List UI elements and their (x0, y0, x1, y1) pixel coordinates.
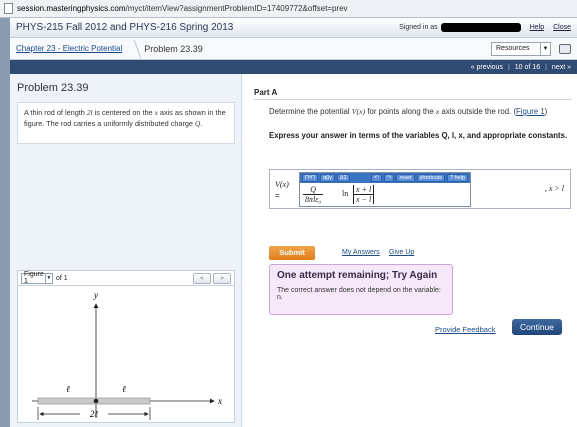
figure-prev-button[interactable]: < (193, 272, 211, 284)
question-text: Determine the potential V(x) for points … (269, 107, 548, 116)
y-axis-label: y (93, 290, 98, 300)
help-link[interactable]: Help (530, 24, 544, 31)
my-answers-link[interactable]: My Answers (342, 249, 380, 256)
chevron-down-icon: ▼ (540, 42, 550, 55)
left-half-length-label: ℓ (66, 384, 70, 394)
answer-instructions: Express your answer in terms of the vari… (269, 131, 568, 140)
answer-ln: ln (342, 189, 349, 198)
feedback-message: The correct answer does not depend on th… (277, 287, 441, 301)
masteringphysics-window: PHYS-215 Fall 2012 and PHYS-216 Spring 2… (10, 18, 577, 427)
reset-button[interactable]: reset (396, 174, 415, 182)
symbols-button[interactable]: ΔΣ (337, 174, 351, 182)
figure-count: of 1 (56, 274, 68, 282)
pager-position: 10 of 16 (514, 63, 541, 71)
breadcrumb-current: Problem 23.39 (144, 43, 203, 54)
answer-panel: Part A Determine the potential V(x) for … (242, 74, 577, 427)
answer-box: V(x) = ΠⁿΠ αβγ ΔΣ ↶ ↷ reset shortcuts ? … (269, 169, 571, 209)
answer-condition: , x > l (544, 184, 564, 193)
url-text[interactable]: session.masteringphysics.com/myct/itemVi… (17, 4, 348, 13)
figure-link[interactable]: Figure 1 (516, 107, 545, 116)
help-button[interactable]: ? help (447, 174, 468, 182)
right-half-length-label: ℓ (122, 384, 126, 394)
feedback-box: One attempt remaining; Try Again The cor… (269, 264, 453, 315)
submit-button[interactable]: Submit (269, 246, 315, 260)
rod-diagram: y x ℓ ℓ 2ℓ (32, 290, 222, 420)
breadcrumb-separator (125, 39, 142, 58)
templates-button[interactable]: ΠⁿΠ (302, 174, 318, 182)
greek-button[interactable]: αβγ (319, 174, 336, 182)
figure-next-button[interactable]: > (213, 272, 231, 284)
breadcrumb: Chapter 23 - Electric Potential Problem … (10, 38, 577, 60)
figure-select-value: Figure 1 (24, 271, 44, 285)
print-icon[interactable] (559, 43, 571, 54)
problem-title: Problem 23.39 (17, 82, 89, 94)
problem-panel: Problem 23.39 A thin rod of length 2l is… (10, 74, 242, 427)
feedback-title: One attempt remaining; Try Again (277, 270, 438, 281)
undo-button[interactable]: ↶ (371, 174, 382, 182)
part-label: Part A (254, 88, 278, 97)
redo-button[interactable]: ↷ (383, 174, 395, 182)
give-up-link[interactable]: Give Up (389, 249, 414, 256)
previous-link[interactable]: « previous (471, 64, 503, 71)
close-link[interactable]: Close (553, 24, 571, 31)
shortcuts-button[interactable]: shortcuts (416, 174, 445, 182)
rod-length-label: 2ℓ (90, 409, 99, 419)
course-header: PHYS-215 Fall 2012 and PHYS-216 Spring 2… (10, 18, 577, 38)
figure-diagram: y x ℓ ℓ 2ℓ (17, 286, 235, 423)
next-link[interactable]: next » (552, 64, 571, 71)
pager-bar: « previous | 10 of 16 | next » (10, 60, 577, 74)
origin-dot (93, 398, 99, 404)
answer-fraction: Q 8πlε₀ (303, 185, 324, 204)
provide-feedback-link[interactable]: Provide Feedback (435, 325, 495, 334)
browser-url-bar[interactable]: session.masteringphysics.com/myct/itemVi… (0, 0, 577, 18)
problem-statement: A thin rod of length 2l is centered on t… (17, 102, 235, 144)
chapter-link[interactable]: Chapter 23 - Electric Potential (16, 44, 122, 53)
redacted-username (440, 23, 521, 32)
resources-dropdown[interactable]: Resources ▼ (491, 41, 551, 56)
page-icon (4, 3, 13, 14)
math-toolbar: ΠⁿΠ αβγ ΔΣ ↶ ↷ reset shortcuts ? help (300, 173, 470, 183)
course-title: PHYS-215 Fall 2012 and PHYS-216 Spring 2… (16, 22, 234, 33)
continue-button[interactable]: Continue (512, 319, 562, 335)
divider (254, 99, 572, 100)
signed-in-area: Signed in as Help Close (399, 23, 571, 32)
answer-lhs: V(x) = (275, 180, 289, 200)
answer-expression[interactable]: Q 8πlε₀ ln x + l x − l (300, 183, 470, 206)
answer-abs-fraction: x + l x − l (353, 185, 375, 204)
figure-select[interactable]: Figure 1 ▼ (21, 271, 53, 285)
signed-in-label: Signed in as (399, 24, 438, 31)
chevron-down-icon: ▼ (44, 273, 52, 283)
math-editor[interactable]: ΠⁿΠ αβγ ΔΣ ↶ ↷ reset shortcuts ? help Q … (299, 172, 471, 207)
x-axis-label: x (217, 396, 222, 406)
pager-divider: | (545, 63, 547, 71)
figure-toolbar: Figure 1 ▼ of 1 < > (17, 270, 235, 286)
resources-label: Resources (496, 45, 530, 52)
pager-divider: | (507, 63, 510, 71)
